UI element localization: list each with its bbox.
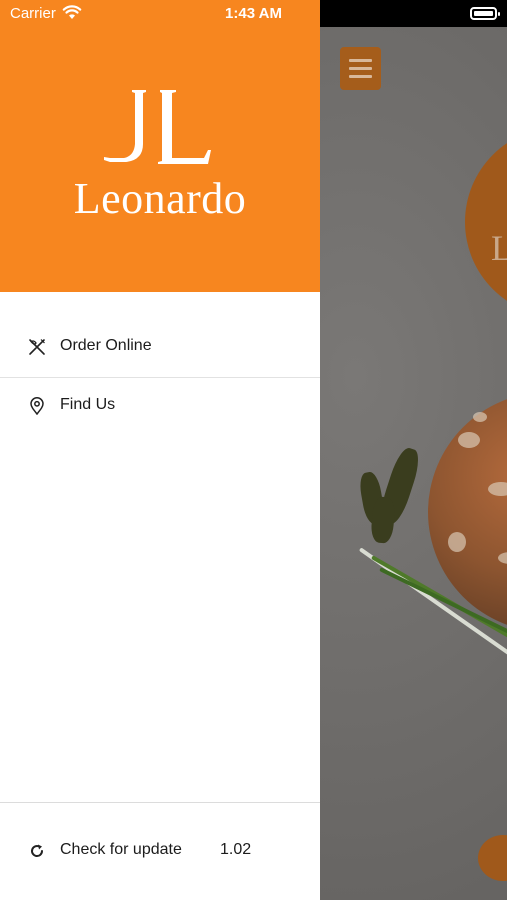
menu-item-label: Find Us bbox=[60, 396, 116, 413]
refresh-icon bbox=[31, 844, 44, 857]
pickle-image bbox=[370, 496, 396, 544]
brand-name: Leonardo bbox=[73, 174, 247, 223]
status-time: 1:43 AM bbox=[225, 5, 282, 22]
hamburger-menu-icon[interactable] bbox=[340, 47, 381, 90]
menu-item-order-online[interactable]: Order Online bbox=[0, 319, 320, 377]
check-for-update-button[interactable]: Check for update 1.02 bbox=[0, 823, 320, 881]
menu-item-find-us[interactable]: Find Us bbox=[0, 378, 320, 436]
app-version: 1.02 bbox=[220, 841, 252, 858]
menu-item-label: Order Online bbox=[60, 337, 152, 354]
brand-logo-mark bbox=[104, 90, 211, 164]
footer-divider bbox=[0, 802, 320, 803]
cutlery-icon bbox=[29, 339, 45, 355]
side-drawer: Carrier Leonardo Order Online Find Us Ch… bbox=[0, 0, 320, 900]
drawer-header: Carrier Leonardo bbox=[0, 0, 320, 292]
check-for-update-label: Check for update bbox=[60, 841, 182, 858]
floating-action-button[interactable] bbox=[478, 835, 507, 881]
restaurant-logo-circle bbox=[465, 127, 507, 317]
restaurant-logo-partial-text: L bbox=[491, 228, 507, 268]
location-pin-icon bbox=[30, 397, 44, 415]
